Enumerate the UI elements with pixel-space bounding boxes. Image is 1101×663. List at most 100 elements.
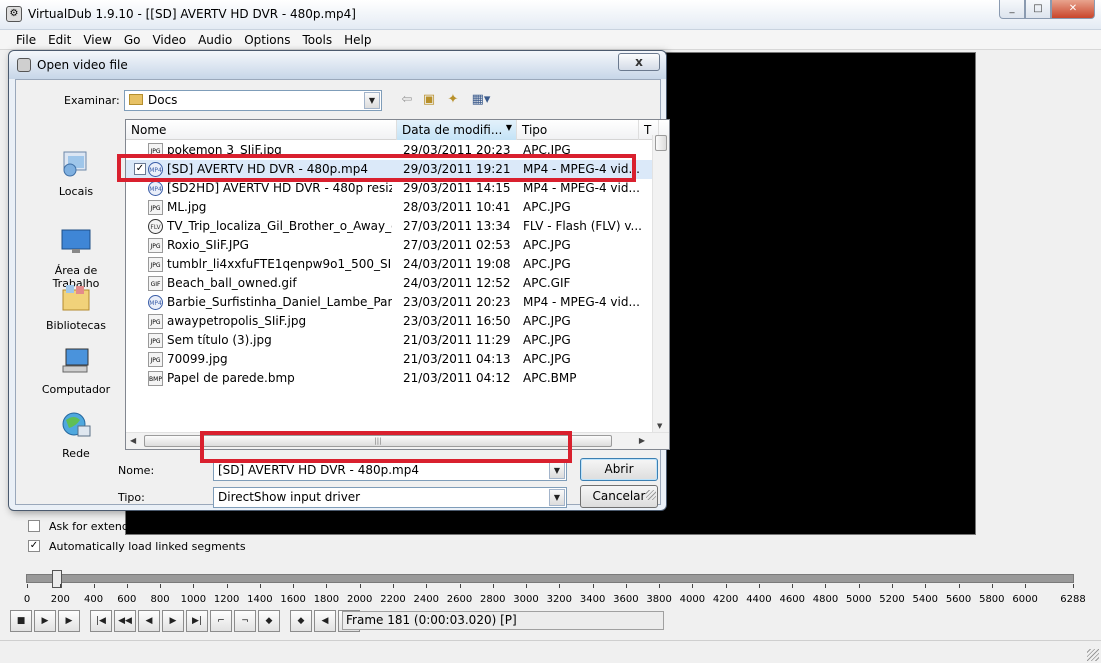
file-row[interactable]: BMP Papel de parede.bmp 21/03/2011 04:12 AP… xyxy=(126,369,656,388)
horizontal-scroll-thumb[interactable]: ||| xyxy=(144,435,612,447)
file-row[interactable]: JPG pokemon 3_SIiF.jpg 29/03/2011 20:23 APC… xyxy=(126,141,656,160)
timeline-tick xyxy=(426,584,428,588)
look-in-value: Docs xyxy=(148,93,178,107)
extended-options-checkbox[interactable] xyxy=(28,520,40,532)
jpg-file-icon: JPG xyxy=(148,314,163,329)
timeline-tick-label: 6000 xyxy=(1012,594,1038,605)
start-icon[interactable]: |◀ xyxy=(90,610,112,632)
menu-tools[interactable]: Tools xyxy=(297,30,339,49)
timeline-tick xyxy=(725,584,727,588)
linked-segments-checkbox[interactable]: ✓ xyxy=(28,540,40,552)
file-row[interactable]: JPG Sem título (3).jpg 21/03/2011 11:29 APC… xyxy=(126,331,656,350)
file-name: Papel de parede.bmp xyxy=(167,371,295,385)
timeline-tick-label: 0 xyxy=(23,594,31,605)
place-computer[interactable]: Computador xyxy=(28,346,124,396)
file-type-value: DirectShow input driver xyxy=(218,490,361,504)
prev-key-icon[interactable]: ◀◀ xyxy=(114,610,136,632)
file-type: APC.JPG xyxy=(523,352,571,366)
column-header-type[interactable]: Tipo xyxy=(517,120,639,140)
file-row[interactable]: JPG ML.jpg 28/03/2011 10:41 APC.JPG xyxy=(126,198,656,217)
mp4-file-icon: MP4 xyxy=(148,162,163,177)
file-type-label: Tipo: xyxy=(118,491,145,504)
file-name: 70099.jpg xyxy=(167,352,228,366)
timeline-tick-label: 1600 xyxy=(280,594,306,605)
file-row[interactable]: JPG awaypetropolis_SIiF.jpg 23/03/2011 16:… xyxy=(126,312,656,331)
file-name: tumblr_li4xxfuFTE1qenpw9o1_500_SIiF.jpg xyxy=(167,257,392,271)
column-header-name[interactable]: Nome xyxy=(126,120,397,140)
view-menu-icon[interactable]: ▦▾ xyxy=(468,92,494,108)
menu-file[interactable]: File xyxy=(10,30,42,49)
file-row[interactable]: MP4 [SD2HD] AVERTV HD DVR - 480p resize t… xyxy=(126,179,656,198)
mark-in-icon[interactable]: ⌐ xyxy=(210,610,232,632)
place-recent[interactable]: Locais xyxy=(28,148,124,198)
menu-edit[interactable]: Edit xyxy=(42,30,77,49)
chevron-down-icon[interactable]: ▼ xyxy=(549,489,565,506)
end-icon[interactable]: ▶| xyxy=(186,610,208,632)
file-row[interactable]: JPG tumblr_li4xxfuFTE1qenpw9o1_500_SIiF.j… xyxy=(126,255,656,274)
chevron-down-icon[interactable]: ▼ xyxy=(364,92,380,109)
dialog-resize-grip[interactable] xyxy=(646,490,656,500)
play-input-icon[interactable]: ▶ xyxy=(34,610,56,632)
file-type: APC.JPG xyxy=(523,333,571,347)
maximize-button[interactable]: □ xyxy=(1025,0,1051,19)
menu-view[interactable]: View xyxy=(77,30,117,49)
file-date: 29/03/2011 14:15 xyxy=(403,181,511,195)
row-checkbox[interactable]: ✓ xyxy=(134,163,146,175)
scroll-right-icon[interactable]: ▶ xyxy=(639,436,645,445)
column-header-date-label: Data de modifi... xyxy=(402,123,503,137)
timeline-track[interactable] xyxy=(26,574,1074,583)
file-name-label: Nome: xyxy=(118,464,155,477)
menu-help[interactable]: Help xyxy=(338,30,377,49)
scene-next-icon[interactable]: ◆ xyxy=(290,610,312,632)
menu-audio[interactable]: Audio xyxy=(192,30,238,49)
file-name: pokemon 3_SIiF.jpg xyxy=(167,143,282,157)
place-libraries[interactable]: Bibliotecas xyxy=(28,282,124,332)
scene-prev-icon[interactable]: ◆ xyxy=(258,610,280,632)
up-folder-icon[interactable]: ▣ xyxy=(420,92,438,108)
close-button[interactable]: ✕ xyxy=(1051,0,1095,19)
mark-out-icon[interactable]: ¬ xyxy=(234,610,256,632)
file-row[interactable]: GIF Beach_ball_owned.gif 24/03/2011 12:52 A… xyxy=(126,274,656,293)
timeline-tick xyxy=(1025,584,1027,588)
place-network[interactable]: Rede xyxy=(28,410,124,460)
file-row[interactable]: JPG Roxio_SIiF.JPG 27/03/2011 02:53 APC.JPG xyxy=(126,236,656,255)
minimize-button[interactable]: _ xyxy=(999,0,1025,19)
back-arrow-icon[interactable]: ⇦ xyxy=(398,92,416,108)
folder-icon xyxy=(129,94,143,105)
chevron-down-icon[interactable]: ▼ xyxy=(549,462,565,479)
virtualdub-app-icon[interactable]: ⚙ xyxy=(6,6,22,22)
key-prev-icon[interactable]: ◀ xyxy=(314,610,336,632)
play-output-icon[interactable]: ▶ xyxy=(58,610,80,632)
resize-grip[interactable] xyxy=(1087,649,1099,661)
prev-icon[interactable]: ◀ xyxy=(138,610,160,632)
dialog-close-button[interactable]: x xyxy=(618,53,660,71)
menu-options[interactable]: Options xyxy=(238,30,296,49)
timeline-tick xyxy=(592,584,594,588)
scroll-down-icon[interactable]: ▼ xyxy=(657,422,662,430)
open-video-dialog: Open video file x Examinar: Docs ▼ ⇦ ▣ ✦… xyxy=(8,50,670,553)
file-type: APC.JPG xyxy=(523,143,571,157)
menu-go[interactable]: Go xyxy=(118,30,147,49)
timeline-tick xyxy=(359,584,361,588)
open-button[interactable]: Abrir xyxy=(580,458,658,481)
stop-icon[interactable]: ■ xyxy=(10,610,32,632)
file-row[interactable]: ✓ MP4 [SD] AVERTV HD DVR - 480p.mp4 29/03/2… xyxy=(126,160,656,179)
file-type-select[interactable]: DirectShow input driver ▼ xyxy=(213,487,567,508)
file-name-input[interactable]: [SD] AVERTV HD DVR - 480p.mp4 ▼ xyxy=(213,460,567,481)
menu-video[interactable]: Video xyxy=(146,30,192,49)
horizontal-scrollbar[interactable]: ◀ ||| ▶ xyxy=(126,432,669,449)
look-in-combo[interactable]: Docs ▼ xyxy=(124,90,382,111)
file-name: ML.jpg xyxy=(167,200,207,214)
vertical-scrollbar[interactable]: ▼ xyxy=(652,135,669,432)
file-row[interactable]: FLV TV_Trip_localiza_Gil_Brother_o_Away_d… xyxy=(126,217,656,236)
file-name: [SD2HD] AVERTV HD DVR - 480p resize to..… xyxy=(167,181,392,195)
file-row[interactable]: MP4 Barbie_Surfistinha_Daniel_Lambe_Pano_… xyxy=(126,293,656,312)
new-folder-icon[interactable]: ✦ xyxy=(444,92,462,108)
next-icon[interactable]: ▶ xyxy=(162,610,184,632)
column-header-date[interactable]: Data de modifi... ▼ xyxy=(397,120,517,140)
timeline-tick-label: 3600 xyxy=(613,594,639,605)
vertical-scroll-thumb[interactable] xyxy=(655,135,667,151)
timeline-tick-label: 3200 xyxy=(546,594,573,605)
file-row[interactable]: JPG 70099.jpg 21/03/2011 04:13 APC.JPG xyxy=(126,350,656,369)
scroll-left-icon[interactable]: ◀ xyxy=(130,436,136,445)
